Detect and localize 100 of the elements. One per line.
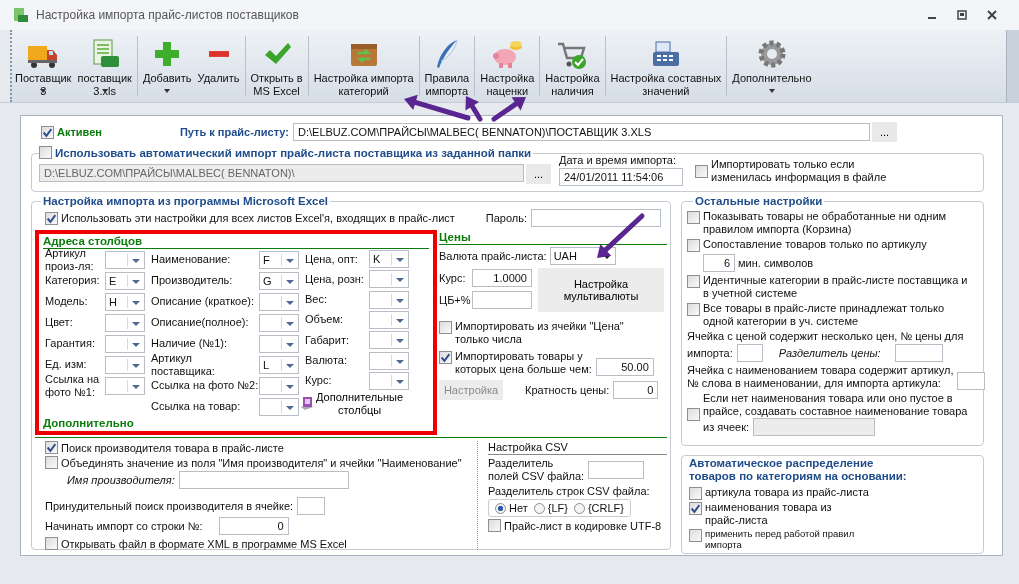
checkbox[interactable] xyxy=(45,456,58,469)
column-select[interactable] xyxy=(105,250,145,269)
column-select[interactable] xyxy=(105,376,145,395)
folder-field[interactable]: D:\ELBUZ.COM\ПРАЙСЫ\MALBEC( BENNATON)\ xyxy=(39,164,524,182)
browse-button[interactable]: ... xyxy=(872,122,897,142)
group-title: Настройка импорта из программы Microsoft Excel xyxy=(41,194,331,208)
piggy-bank-icon xyxy=(492,39,523,69)
radio-button[interactable] xyxy=(533,502,545,514)
field-label: Ссылка на фото №2: xyxy=(151,379,259,392)
checkbox-label: Прайс-лист в кодировке UTF-8 xyxy=(504,519,662,532)
column-select[interactable] xyxy=(369,371,409,390)
field-label: Производитель: xyxy=(151,274,234,287)
column-select[interactable] xyxy=(259,397,299,416)
section-title: Настройка CSV xyxy=(488,441,667,455)
group-title: Автоматическое распределение товаров по категориям на основании: xyxy=(689,457,908,483)
column-select[interactable] xyxy=(259,292,299,311)
column-select[interactable]: G xyxy=(259,271,299,290)
currency-select[interactable]: UAH xyxy=(549,247,616,265)
browse-button[interactable]: ... xyxy=(526,164,551,184)
date-field[interactable]: 24/01/2011 11:54:06 xyxy=(559,168,683,186)
field-label: Модель: xyxy=(45,295,89,308)
field-label: Курс: xyxy=(305,374,333,388)
column-select[interactable] xyxy=(369,351,409,370)
toolbar-button[interactable]: Настройка импорта категорий xyxy=(310,30,417,102)
checkbox-label: Сопоставление товаров только по артикулу xyxy=(703,238,927,251)
checkbox[interactable] xyxy=(689,502,702,515)
toolbar-button[interactable]: Открыть в MS Excel xyxy=(247,30,306,102)
column-select[interactable] xyxy=(259,334,299,353)
checkbox[interactable] xyxy=(39,146,52,159)
cash-register-icon xyxy=(650,39,681,69)
toolbar-button[interactable]: Дополнительно xyxy=(729,30,815,102)
column-select[interactable] xyxy=(259,376,299,395)
multiple-field[interactable]: 0 xyxy=(613,381,659,399)
checkbox[interactable] xyxy=(689,529,702,542)
path-field[interactable]: D:\ELBUZ.COM\ПРАЙСЫ\MALBEC( BENNATON)\ПОСТАВЩИК 3.XLS xyxy=(293,123,870,141)
toolbar-button[interactable]: Настройка наличия xyxy=(542,30,603,102)
checkbox[interactable] xyxy=(45,441,58,454)
radio-button[interactable] xyxy=(495,502,506,514)
cells-field[interactable] xyxy=(753,418,876,436)
field-label: Начинать импорт со строки №: xyxy=(45,520,203,532)
start-row-field[interactable]: 0 xyxy=(218,517,289,535)
rate-field[interactable]: 1.0000 xyxy=(472,269,532,287)
checkbox[interactable] xyxy=(689,487,702,500)
column-select[interactable] xyxy=(369,290,409,309)
toolbar-button[interactable]: Удалить xyxy=(194,30,243,102)
percent-field[interactable] xyxy=(472,291,532,309)
annotation-arrow xyxy=(597,213,645,258)
checkbox[interactable] xyxy=(687,407,700,421)
separator-field[interactable] xyxy=(588,461,645,479)
min-price-field[interactable]: 50.00 xyxy=(595,358,654,376)
field-label: Ячейка с ценой содержит несколько цен, № цены для xyxy=(687,330,965,342)
column-select[interactable] xyxy=(105,334,145,353)
checkbox[interactable] xyxy=(45,211,58,225)
radio-button[interactable] xyxy=(573,502,585,514)
minimize-icon[interactable] xyxy=(927,17,937,19)
price-separator-field[interactable] xyxy=(894,344,943,362)
toolbar-button[interactable]: Добавить xyxy=(139,30,195,102)
field-label: Габарит: xyxy=(305,333,350,347)
column-select[interactable] xyxy=(369,270,409,289)
column-select[interactable] xyxy=(105,355,145,374)
field-label: Принудительный поиск производителя в ячейке: xyxy=(45,500,294,512)
column-select[interactable]: K xyxy=(369,250,409,269)
cell-field[interactable] xyxy=(297,497,326,515)
checkbox[interactable] xyxy=(439,321,452,334)
column-select[interactable] xyxy=(105,313,145,332)
checkbox[interactable] xyxy=(687,239,700,252)
toolbar-button[interactable]: Правила импорта xyxy=(421,30,473,102)
column-select[interactable]: E xyxy=(105,271,145,290)
checkbox[interactable] xyxy=(439,351,452,364)
field-label: Валюта прайс-листа: xyxy=(439,250,547,262)
password-field[interactable] xyxy=(531,209,661,227)
checkbox-label: Идентичные категории в прайс-листе поставщика и в учетной системе xyxy=(703,274,968,300)
column-select[interactable]: H xyxy=(105,292,145,311)
field-label: Разделитель полей CSV файла: xyxy=(488,457,585,483)
checkbox[interactable] xyxy=(695,164,708,178)
checkbox-label: Использовать автоматический импорт прайс-листа поставщика из заданной папки xyxy=(55,146,532,159)
column-select[interactable] xyxy=(259,313,299,332)
checkbox[interactable] xyxy=(687,211,700,224)
checkbox[interactable] xyxy=(45,537,58,550)
radio-label: {LF} xyxy=(547,502,568,514)
checkbox[interactable] xyxy=(687,303,700,316)
multicurrency-button[interactable]: Настройка мультивалюты xyxy=(538,268,664,312)
column-select[interactable] xyxy=(369,331,409,350)
checkbox[interactable] xyxy=(41,125,54,139)
word-number-field[interactable] xyxy=(957,372,986,390)
field-label: ЦБ+% xyxy=(439,294,469,306)
column-select[interactable] xyxy=(369,311,409,329)
checkbox[interactable] xyxy=(687,275,700,288)
section-title: Адреса столбцов xyxy=(43,234,429,249)
price-number-field[interactable] xyxy=(736,344,763,362)
maker-name-field[interactable] xyxy=(178,471,349,489)
min-chars-field[interactable]: 6 xyxy=(703,254,735,272)
toolbar-button[interactable]: Настройка составных значений xyxy=(607,30,725,102)
column-select[interactable]: F xyxy=(259,250,299,269)
extra-columns-button[interactable]: Дополнительные столбцы xyxy=(301,390,404,417)
checkbox[interactable] xyxy=(488,519,501,532)
close-icon[interactable] xyxy=(987,10,997,20)
maximize-icon[interactable] xyxy=(957,10,967,20)
field-label: Наличие (№1): xyxy=(151,337,228,350)
column-select[interactable]: L xyxy=(259,355,299,374)
